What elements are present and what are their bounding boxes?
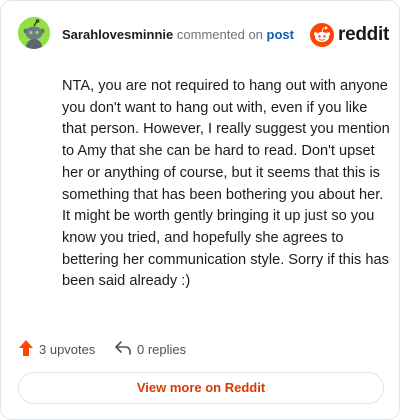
- comment-attribution: Sarahlovesminnie commented on post: [62, 27, 294, 42]
- reply-control[interactable]: 0 replies: [114, 339, 186, 359]
- username-link[interactable]: Sarahlovesminnie: [62, 27, 173, 42]
- upvote-count: 3 upvotes: [39, 341, 96, 357]
- reddit-brand[interactable]: reddit: [310, 22, 389, 48]
- reddit-comment-embed-card: Sarahlovesminnie commented on post reddi: [0, 0, 400, 420]
- comment-meta: 3 upvotes 0 replies: [18, 339, 384, 359]
- view-more-button[interactable]: View more on Reddit: [18, 372, 384, 404]
- snoo-avatar-icon[interactable]: [18, 17, 50, 49]
- upvote-control[interactable]: 3 upvotes: [18, 339, 95, 359]
- reddit-logo-icon: [310, 23, 334, 52]
- reddit-wordmark: reddit: [338, 24, 389, 45]
- comment-body: NTA, you are not required to hang out wi…: [62, 78, 390, 290]
- reply-count: 0 replies: [137, 341, 187, 357]
- action-text: commented on: [176, 27, 263, 42]
- reply-arrow-icon: [114, 340, 132, 359]
- upvote-arrow-icon: [18, 339, 34, 360]
- comment-header: Sarahlovesminnie commented on post reddi: [18, 17, 389, 51]
- post-link[interactable]: post: [267, 27, 294, 42]
